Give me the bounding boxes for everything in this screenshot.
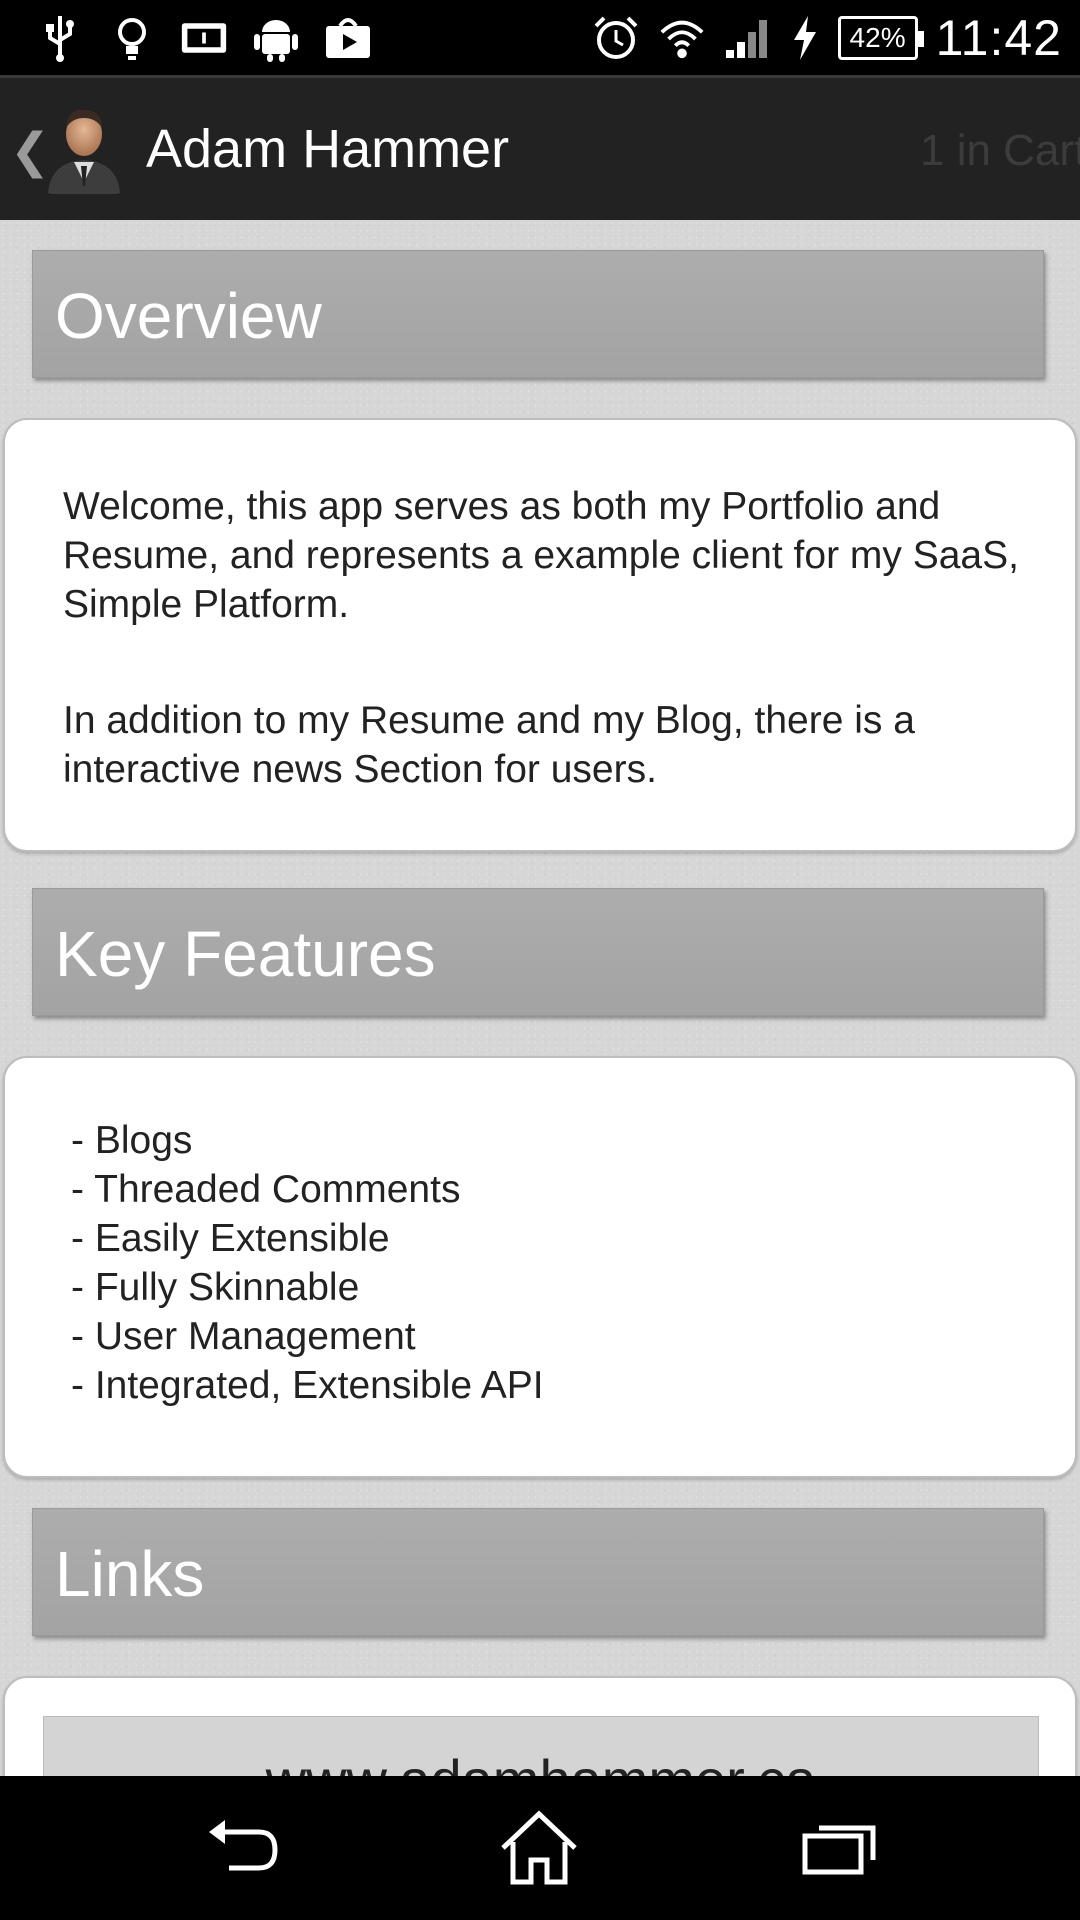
links-header: Links (32, 1508, 1044, 1636)
charging-icon (790, 14, 820, 62)
cart-button[interactable]: 1 in Cart (920, 126, 1080, 176)
key-features-header: Key Features (32, 888, 1044, 1016)
android-icon (252, 14, 300, 62)
wifi-icon (658, 14, 706, 62)
navigation-bar (0, 1776, 1080, 1920)
home-icon (501, 1810, 577, 1885)
website-link-button[interactable]: www.adamhammer.ca (43, 1716, 1039, 1776)
usb-icon (36, 14, 84, 62)
overview-header: Overview (32, 250, 1044, 378)
recent-apps-button[interactable] (796, 1808, 886, 1888)
list-item: - Fully Skinnable (71, 1266, 360, 1309)
feature-list: - Blogs - Threaded Comments - Easily Ext… (71, 1116, 544, 1410)
list-item: - Blogs (71, 1119, 193, 1162)
back-arrow-icon (209, 1820, 278, 1871)
key-features-heading: Key Features (55, 918, 436, 990)
app-title: Adam Hammer (146, 119, 510, 179)
avatar[interactable] (44, 102, 124, 194)
action-bar: ❮ Adam Hammer 1 in Cart (0, 75, 1080, 220)
list-item: - User Management (71, 1315, 416, 1358)
links-heading: Links (55, 1538, 205, 1610)
key-features-card: - Blogs - Threaded Comments - Easily Ext… (3, 1056, 1077, 1478)
list-item: - Easily Extensible (71, 1217, 390, 1260)
clock: 11:42 (935, 10, 1062, 66)
overview-heading: Overview (55, 280, 322, 352)
play-store-icon (324, 14, 372, 62)
lightbulb-icon (108, 14, 156, 62)
battery-indicator: 42% (837, 16, 924, 60)
signal-icon (724, 14, 772, 62)
overview-card: Welcome, this app serves as both my Port… (3, 418, 1077, 852)
list-item: - Threaded Comments (71, 1168, 461, 1211)
recent-apps-icon (802, 1825, 876, 1875)
screen: 42% 11:42 ❮ Adam Hammer 1 in Cart Overvi… (0, 0, 1080, 1920)
overview-paragraph-2: In addition to my Resume and my Blog, th… (63, 699, 915, 791)
status-bar: 42% 11:42 (0, 0, 1080, 75)
back-button[interactable] (196, 1808, 286, 1888)
info-card-icon (180, 14, 228, 62)
home-button[interactable] (494, 1808, 584, 1888)
list-item: - Integrated, Extensible API (71, 1364, 544, 1407)
alarm-icon (592, 14, 640, 62)
links-card: www.adamhammer.ca (3, 1676, 1077, 1776)
overview-paragraph-1: Welcome, this app serves as both my Port… (63, 485, 1019, 626)
website-link-label: www.adamhammer.ca (44, 1747, 1038, 1776)
content-scroll-area[interactable]: Overview Welcome, this app serves as bot… (0, 220, 1080, 1776)
